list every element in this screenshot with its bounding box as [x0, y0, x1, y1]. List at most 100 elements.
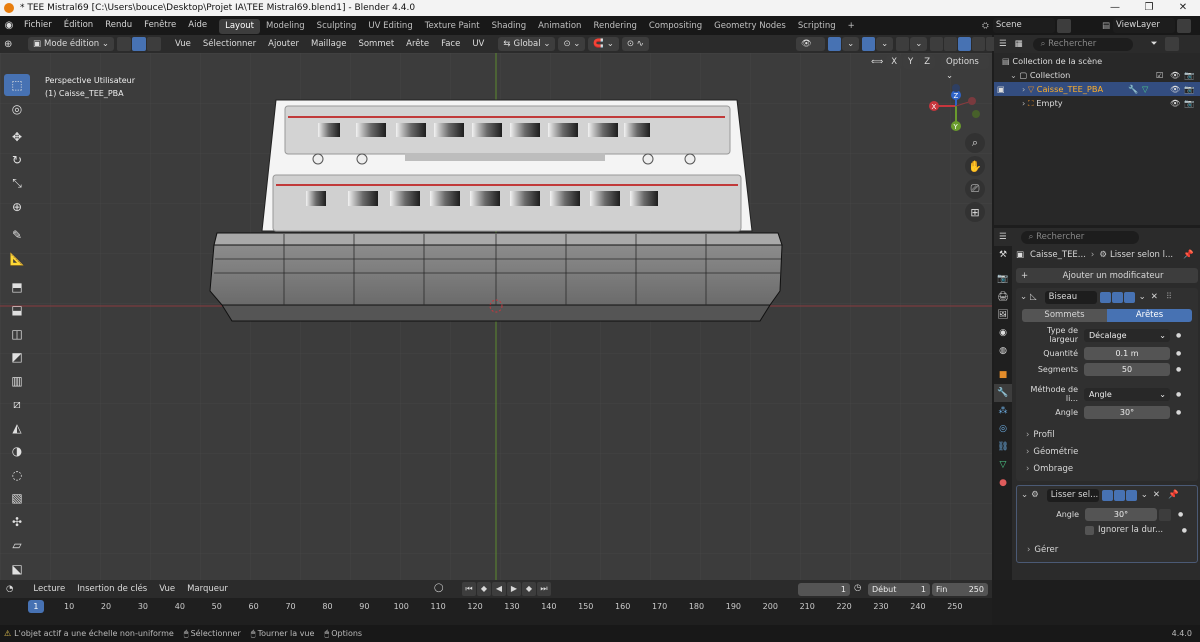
end-frame-field[interactable]: Fin 250 — [932, 583, 988, 596]
tab-modeling[interactable]: Modeling — [260, 19, 311, 34]
pan-hand-icon[interactable]: ✋ — [965, 156, 985, 176]
outliner-row-scene-collection[interactable]: ▤ Collection de la scène — [994, 54, 1200, 68]
tab-rendering[interactable]: Rendering — [587, 19, 642, 34]
face-select-icon[interactable] — [147, 37, 161, 51]
editor-type-icon[interactable]: ⊕ — [4, 39, 18, 50]
bevel-tool-icon[interactable]: ◩ — [4, 346, 30, 368]
menu-vue[interactable]: Vue — [169, 35, 197, 53]
outliner-search-input[interactable]: ⌕ Rechercher — [1032, 37, 1133, 51]
keyframe-dot-icon[interactable]: ● — [1176, 391, 1181, 398]
display-mode-icon[interactable]: ▦ — [1015, 39, 1023, 49]
menu-timeline-vue[interactable]: Vue — [153, 580, 181, 598]
add-workspace-button[interactable]: + — [842, 19, 861, 34]
timeline-editor-icon[interactable]: ◔ — [6, 584, 13, 594]
next-keyframe-icon[interactable]: ◆ — [522, 582, 536, 596]
new-collection-icon[interactable] — [1165, 37, 1180, 51]
menu-arete[interactable]: Arête — [400, 35, 435, 53]
delete-modifier-icon[interactable]: ✕ — [1151, 292, 1158, 302]
3d-viewport[interactable]: Perspective Utilisateur (1) Caisse_TEE_P… — [0, 53, 992, 580]
empty-camera-icon[interactable]: 📷 — [1184, 96, 1194, 110]
pin-icon[interactable]: 📌 — [1183, 250, 1194, 260]
object-camera-icon[interactable]: 📷 — [1184, 82, 1194, 96]
tab-aretes[interactable]: Arêtes — [1107, 309, 1192, 322]
measure-tool-icon[interactable]: 📐 — [4, 248, 30, 270]
knife-tool-icon[interactable]: ⧄ — [4, 393, 30, 415]
menu-fichier[interactable]: Fichier — [18, 16, 58, 35]
dropdown-chevron-icon[interactable]: ⌄ — [1139, 292, 1146, 302]
solid-shading-icon[interactable] — [958, 37, 972, 51]
menu-sommet[interactable]: Sommet — [352, 35, 400, 53]
outliner-row-empty[interactable]: › ⛶ Empty 👁 📷 — [994, 96, 1200, 110]
orientation-dropdown[interactable]: ⇆ Global ⌄ — [498, 37, 556, 51]
outliner-row-caisse[interactable]: ▣ › ▽ Caisse_TEE_PBA 🔧 ▽ 👁 📷 — [994, 82, 1200, 96]
prev-keyframe-icon[interactable]: ◆ — [477, 582, 491, 596]
current-frame-field[interactable]: 1 — [798, 583, 850, 596]
menu-fenetre[interactable]: Fenêtre — [138, 16, 182, 35]
xray-icon[interactable] — [930, 37, 944, 51]
scale-tool-icon[interactable]: ⤡ — [4, 173, 30, 195]
input-attribute-icon[interactable] — [1159, 508, 1171, 521]
particles-tab-icon[interactable]: ⁂ — [994, 402, 1012, 420]
smooth-angle-field[interactable]: 30° — [1085, 508, 1157, 521]
overlay-dropdown-icon[interactable]: ⌄ — [876, 37, 894, 51]
viewport-toggle-icon[interactable] — [1113, 489, 1125, 501]
expand-chevron-icon[interactable]: › — [1022, 98, 1025, 108]
modifier-tab-icon[interactable]: 🔧 — [994, 384, 1012, 402]
expand-chevron-icon[interactable]: › — [1022, 84, 1025, 94]
gizmo-dropdown-icon[interactable]: ⌄ — [842, 37, 860, 51]
tab-sculpting[interactable]: Sculpting — [311, 19, 363, 34]
viewlayer-selector[interactable]: ▤ ViewLayer — [1102, 18, 1192, 33]
select-box-tool-icon[interactable]: ⬚ — [4, 74, 30, 96]
clock-icon[interactable]: ◷ — [854, 583, 861, 593]
inset-tool-icon[interactable]: ◫ — [4, 323, 30, 345]
segments-field[interactable]: 50 — [1084, 363, 1170, 376]
viewport-scene[interactable] — [0, 53, 992, 580]
minimize-button[interactable]: — — [1098, 0, 1132, 16]
subpanel-geometrie[interactable]: › Géométrie — [1016, 445, 1198, 458]
tab-compositing[interactable]: Compositing — [643, 19, 708, 34]
pin-icon[interactable]: 📌 — [1168, 490, 1179, 500]
menu-edition[interactable]: Édition — [58, 16, 99, 35]
render-tab-icon[interactable]: 📷 — [994, 270, 1012, 288]
menu-lecture[interactable]: Lecture — [27, 580, 71, 598]
data-tab-icon[interactable]: ▽ — [994, 456, 1012, 474]
cursor-tool-icon[interactable]: ◎ — [4, 98, 30, 120]
collapse-chevron-icon[interactable]: ⌄ — [1021, 490, 1028, 500]
wireframe-shading-icon[interactable] — [944, 37, 958, 51]
mesh-edit-overlay-icon[interactable] — [896, 37, 910, 51]
delete-modifier-icon[interactable]: ✕ — [1153, 490, 1160, 500]
keyframe-dot-icon[interactable]: ● — [1176, 409, 1181, 416]
options-dropdown[interactable]: Options ⌄ — [941, 55, 989, 81]
collection-checkbox-icon[interactable]: ☑ — [1156, 68, 1163, 82]
edge-select-icon[interactable] — [132, 37, 146, 51]
collection-eye-icon[interactable]: 👁 — [1170, 68, 1180, 82]
rip-tool-icon[interactable]: ⬕ — [4, 558, 30, 580]
mesh-data-icon[interactable]: ▽ — [1142, 82, 1148, 96]
dropdown-chevron-icon[interactable]: ⌄ — [1141, 490, 1148, 500]
edit-mode-toggle-icon[interactable] — [1101, 489, 1113, 501]
navigation-gizmo[interactable]: X Y Z — [922, 71, 992, 141]
mirror-z-toggle[interactable]: Z — [919, 55, 936, 69]
snap-icon[interactable]: 🧲 ⌄ — [588, 37, 619, 51]
drag-handle-icon[interactable]: ⠿ — [1166, 292, 1172, 302]
play-reverse-icon[interactable]: ◀ — [492, 582, 506, 596]
jump-end-icon[interactable]: ⏭ — [537, 582, 551, 596]
smooth-tool-icon[interactable]: ◌ — [4, 464, 30, 486]
menu-insertion-cles[interactable]: Insertion de clés — [71, 580, 153, 598]
modifier-wrench-icon[interactable]: 🔧 — [1128, 82, 1138, 96]
world-tab-icon[interactable]: ◍ — [994, 342, 1012, 360]
extrude-tool-icon[interactable]: ⬓ — [4, 299, 30, 321]
maximize-button[interactable]: ❐ — [1132, 0, 1166, 16]
properties-search-input[interactable]: ⌕ Rechercher — [1020, 230, 1139, 244]
proportional-edit-icon[interactable]: ⊙ ∿ — [621, 37, 649, 51]
loop-cut-tool-icon[interactable]: ▥ — [4, 370, 30, 392]
expand-chevron-icon[interactable]: ⌄ — [1010, 70, 1017, 80]
width-type-dropdown[interactable]: Décalage ⌄ — [1084, 328, 1170, 342]
tab-shading[interactable]: Shading — [486, 19, 533, 34]
scene-tab-icon[interactable]: ◉ — [994, 324, 1012, 342]
limit-method-dropdown[interactable]: Angle ⌄ — [1084, 387, 1170, 401]
edit-mode-toggle-icon[interactable] — [1099, 291, 1111, 303]
keyframe-dot-icon[interactable]: ● — [1176, 350, 1181, 357]
subpanel-gerer[interactable]: › Gérer — [1017, 543, 1197, 556]
menu-aide[interactable]: Aide — [182, 16, 213, 35]
